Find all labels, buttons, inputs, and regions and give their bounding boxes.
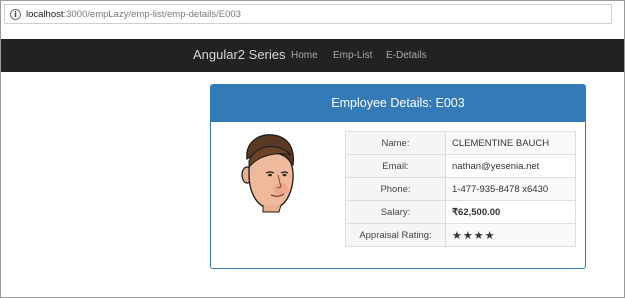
table-row: Salary: ₹62,500.00 bbox=[345, 200, 576, 224]
table-row: Email: nathan@yesenia.net bbox=[345, 154, 576, 178]
name-value: CLEMENTINE BAUCH bbox=[445, 131, 576, 155]
employee-details-panel: Employee Details: E003 Name: CLEMENTINE … bbox=[210, 84, 586, 269]
appraisal-rating-stars: ★★★★ bbox=[445, 223, 576, 247]
info-icon[interactable]: i bbox=[10, 8, 21, 20]
phone-value: 1-477-935-8478 x6430 bbox=[445, 177, 576, 201]
employee-details-table: Name: CLEMENTINE BAUCH Email: nathan@yes… bbox=[345, 131, 576, 247]
table-row: Phone: 1-477-935-8478 x6430 bbox=[345, 177, 576, 201]
table-row: Name: CLEMENTINE BAUCH bbox=[345, 131, 576, 155]
name-label: Name: bbox=[345, 131, 446, 155]
email-label: Email: bbox=[345, 154, 446, 178]
salary-label: Salary: bbox=[345, 200, 446, 224]
panel-title: Employee Details: E003 bbox=[211, 85, 585, 122]
nav-link-emp-list[interactable]: Emp-List bbox=[333, 50, 372, 61]
employee-avatar-icon bbox=[241, 134, 294, 213]
address-bar[interactable]: i localhost:3000/empLazy/emp-list/emp-de… bbox=[4, 4, 612, 24]
url-host: localhost bbox=[26, 8, 64, 20]
table-row: Appraisal Rating: ★★★★ bbox=[345, 223, 576, 247]
navbar-brand[interactable]: Angular2 Series bbox=[193, 47, 286, 62]
nav-link-home[interactable]: Home bbox=[291, 50, 318, 61]
salary-value: ₹62,500.00 bbox=[445, 200, 576, 224]
email-value: nathan@yesenia.net bbox=[445, 154, 576, 178]
appraisal-rating-label: Appraisal Rating: bbox=[345, 223, 446, 247]
phone-label: Phone: bbox=[345, 177, 446, 201]
navbar: Angular2 Series Home Emp-List E-Details bbox=[1, 39, 624, 72]
url-path: :3000/empLazy/emp-list/emp-details/E003 bbox=[63, 8, 241, 20]
url-text[interactable]: localhost:3000/empLazy/emp-list/emp-deta… bbox=[26, 9, 241, 20]
nav-link-e-details[interactable]: E-Details bbox=[386, 50, 427, 61]
